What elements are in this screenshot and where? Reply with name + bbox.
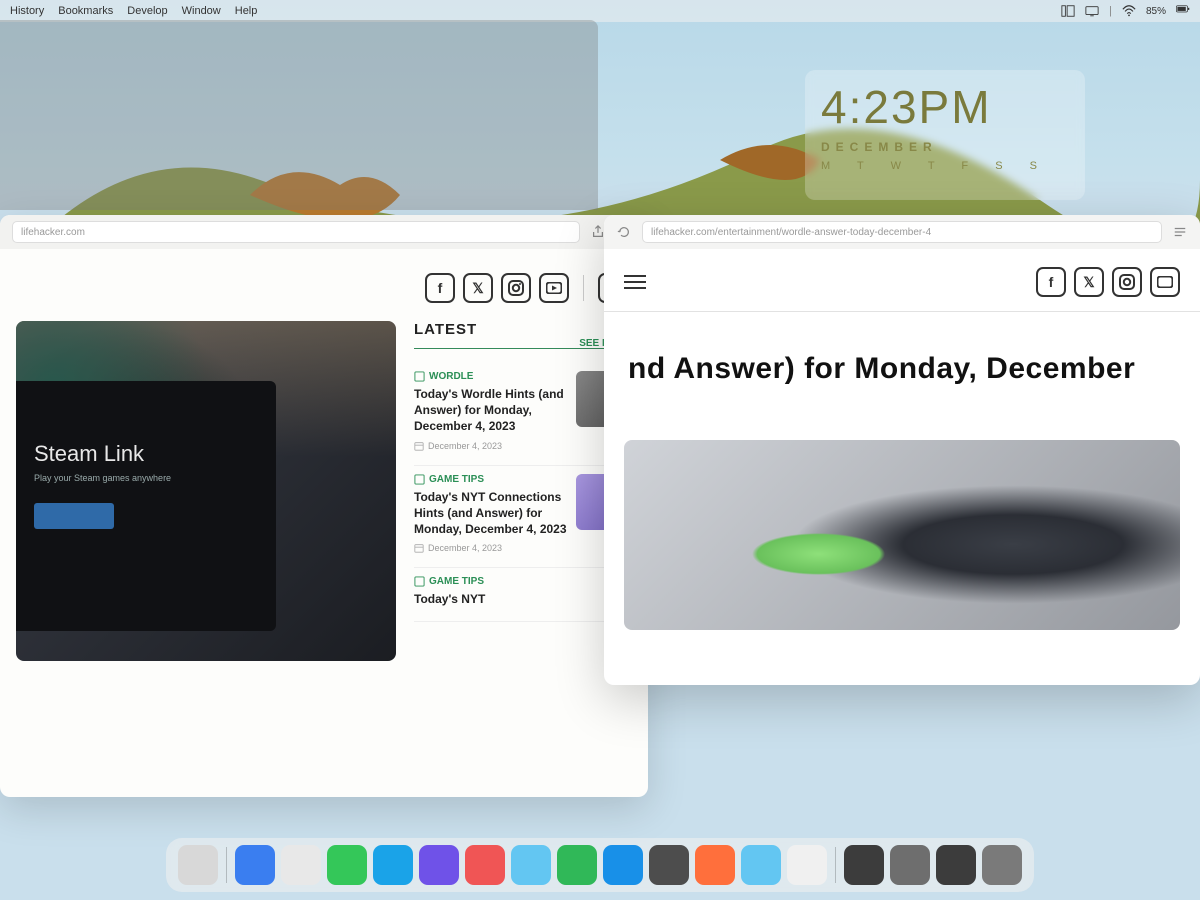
item-tag: GAME TIPS: [414, 576, 632, 587]
menu-window[interactable]: Window: [182, 5, 221, 17]
dock-app[interactable]: [465, 845, 505, 885]
stage-manager-icon[interactable]: [1061, 4, 1075, 18]
youtube-icon[interactable]: [1150, 267, 1180, 297]
item-title: Today's NYT Connections Hints (and Answe…: [414, 489, 568, 538]
article-headline: nd Answer) for Monday, December: [604, 312, 1200, 410]
dock-app[interactable]: [281, 845, 321, 885]
list-item[interactable]: GAME TIPS Today's NYT: [414, 568, 632, 622]
menu-history[interactable]: History: [10, 5, 44, 17]
article-hero-image: [624, 440, 1180, 630]
safari-window-1[interactable]: lifehacker.com f 𝕏 Steam Link Play your …: [0, 215, 648, 797]
widget-days: M T W T F S S: [821, 160, 1069, 172]
item-title: Today's NYT: [414, 591, 632, 607]
reload-icon[interactable]: [614, 222, 634, 242]
battery-percent: 85%: [1146, 6, 1166, 17]
address-text-1: lifehacker.com: [21, 227, 85, 238]
clock-widget[interactable]: 4:23PM DECEMBER M T W T F S S: [805, 70, 1085, 200]
menu-help[interactable]: Help: [235, 5, 258, 17]
dock-divider: [226, 847, 227, 883]
item-tag: WORDLE: [414, 371, 568, 382]
latest-section: LATEST SEE MORE WORDLE Today's Wordle Hi…: [414, 321, 632, 783]
address-bar-2[interactable]: lifehacker.com/entertainment/wordle-answ…: [642, 221, 1162, 243]
list-item[interactable]: WORDLE Today's Wordle Hints (and Answer)…: [414, 363, 632, 466]
menu-bookmarks[interactable]: Bookmarks: [58, 5, 113, 17]
dock-app[interactable]: [327, 845, 367, 885]
list-item[interactable]: GAME TIPS Today's NYT Connections Hints …: [414, 466, 632, 569]
dock-app[interactable]: [373, 845, 413, 885]
item-date: December 4, 2023: [414, 441, 568, 451]
featured-button[interactable]: [34, 503, 114, 529]
dock-app[interactable]: [178, 845, 218, 885]
instagram-icon[interactable]: [1112, 267, 1142, 297]
widget-month: DECEMBER: [821, 140, 1069, 154]
address-bar-1[interactable]: lifehacker.com: [12, 221, 580, 243]
background-window[interactable]: [0, 20, 598, 210]
featured-title: Steam Link: [34, 441, 258, 467]
reader-icon[interactable]: [1170, 222, 1190, 242]
facebook-icon[interactable]: f: [1036, 267, 1066, 297]
x-twitter-icon[interactable]: 𝕏: [1074, 267, 1104, 297]
toolbar-1: lifehacker.com: [0, 215, 648, 249]
wifi-icon[interactable]: [1122, 4, 1136, 18]
x-twitter-icon[interactable]: 𝕏: [463, 273, 493, 303]
dock-app[interactable]: [890, 845, 930, 885]
instagram-icon[interactable]: [501, 273, 531, 303]
youtube-icon[interactable]: [539, 273, 569, 303]
dock-app[interactable]: [787, 845, 827, 885]
status-divider: |: [1109, 5, 1112, 17]
dock-app[interactable]: [741, 845, 781, 885]
address-text-2: lifehacker.com/entertainment/wordle-answ…: [651, 227, 931, 238]
dock-app[interactable]: [511, 845, 551, 885]
dock-divider: [835, 847, 836, 883]
toolbar-2: lifehacker.com/entertainment/wordle-answ…: [604, 215, 1200, 249]
dock-app[interactable]: [649, 845, 689, 885]
item-date: December 4, 2023: [414, 543, 568, 553]
social-row-1: f 𝕏: [0, 249, 648, 321]
latest-heading: LATEST: [414, 321, 632, 338]
social-divider: [583, 275, 584, 301]
hamburger-icon[interactable]: [624, 275, 646, 289]
dock-app[interactable]: [982, 845, 1022, 885]
dock-app[interactable]: [419, 845, 459, 885]
safari-window-2[interactable]: lifehacker.com/entertainment/wordle-answ…: [604, 215, 1200, 685]
featured-card[interactable]: Steam Link Play your Steam games anywher…: [16, 321, 396, 661]
dock-app[interactable]: [557, 845, 597, 885]
item-tag: GAME TIPS: [414, 474, 568, 485]
dock-app[interactable]: [936, 845, 976, 885]
featured-subtitle: Play your Steam games anywhere: [34, 473, 258, 483]
widget-time: 4:23PM: [821, 80, 1069, 134]
dock-app[interactable]: [695, 845, 735, 885]
dock-app[interactable]: [844, 845, 884, 885]
page-header-2: f 𝕏: [604, 249, 1200, 311]
dock: [166, 838, 1034, 892]
menu-develop[interactable]: Develop: [127, 5, 167, 17]
screen-mirror-icon[interactable]: [1085, 4, 1099, 18]
dock-app[interactable]: [235, 845, 275, 885]
dock-app[interactable]: [603, 845, 643, 885]
menu-bar: History Bookmarks Develop Window Help | …: [0, 0, 1200, 22]
facebook-icon[interactable]: f: [425, 273, 455, 303]
battery-icon[interactable]: [1176, 4, 1190, 18]
item-title: Today's Wordle Hints (and Answer) for Mo…: [414, 386, 568, 435]
